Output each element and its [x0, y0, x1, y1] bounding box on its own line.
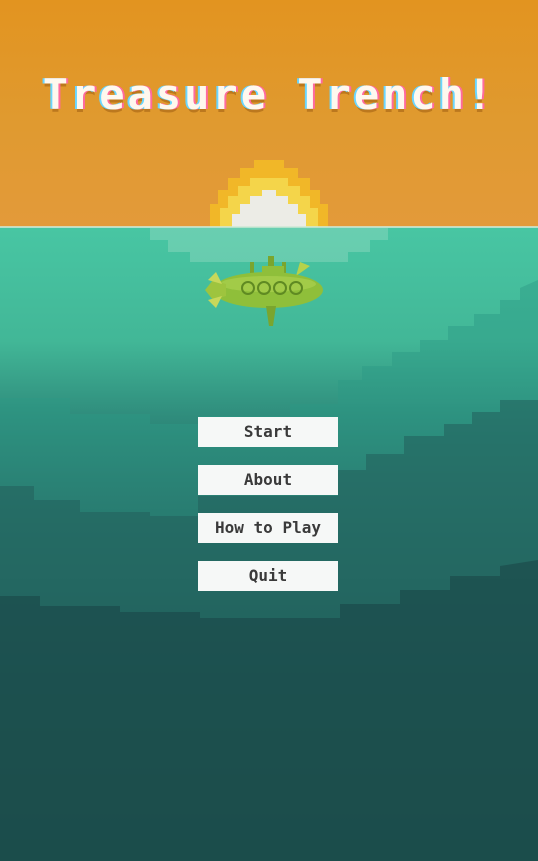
start-button[interactable]: Start [198, 417, 338, 447]
quit-button[interactable]: Quit [198, 561, 338, 591]
horizon-line [0, 226, 538, 228]
about-button[interactable]: About [198, 465, 338, 495]
how-to-play-button[interactable]: How to Play [198, 513, 338, 543]
main-menu: Start About How to Play Quit [198, 417, 338, 609]
game-screen: Treasure Trench! Start About How to Play… [0, 0, 538, 861]
game-title: Treasure Trench! [42, 70, 496, 119]
